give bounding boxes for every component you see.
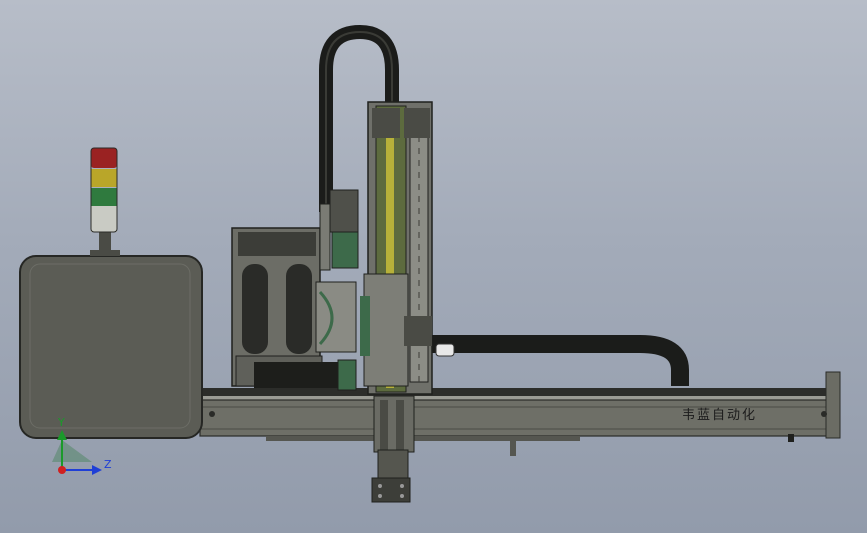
motor-cap — [272, 232, 316, 256]
foot — [788, 434, 794, 442]
base-right-endcap — [825, 371, 841, 439]
z-axis-label: Z — [104, 458, 112, 471]
tower-light-yellow — [91, 169, 117, 187]
base-lower-plate — [266, 436, 580, 441]
z-motor-flange — [331, 231, 359, 269]
frame-bolt — [821, 411, 827, 417]
origin-dot — [58, 466, 66, 474]
signal-tower-icon — [90, 147, 120, 256]
machine-drawing: 韦蓝自动化 Y Z — [19, 25, 841, 503]
cad-viewport[interactable]: 韦蓝自动化 Y Z — [0, 0, 867, 533]
gearbox-green — [337, 359, 357, 391]
motor-coil — [242, 264, 268, 354]
carriage-plate — [363, 273, 409, 387]
chain-bracket — [435, 343, 455, 357]
z-motor — [329, 189, 359, 233]
motor-coil — [286, 264, 312, 354]
servo-motor — [254, 362, 338, 388]
z-axis-block — [377, 449, 409, 479]
tower-light-red — [91, 148, 117, 168]
tower-light-green — [91, 188, 117, 206]
electrical-cabinet — [19, 255, 203, 439]
motor-cap — [238, 232, 272, 256]
horizontal-drag-chain — [432, 335, 689, 386]
frame-bolt — [209, 411, 215, 417]
y-axis-label: Y — [57, 416, 65, 429]
end-effector-plate — [371, 477, 411, 503]
base-top-rail — [200, 388, 836, 396]
brand-text: 韦蓝自动化 — [682, 408, 757, 423]
base-rail-strip — [200, 396, 836, 400]
foot — [510, 440, 516, 456]
